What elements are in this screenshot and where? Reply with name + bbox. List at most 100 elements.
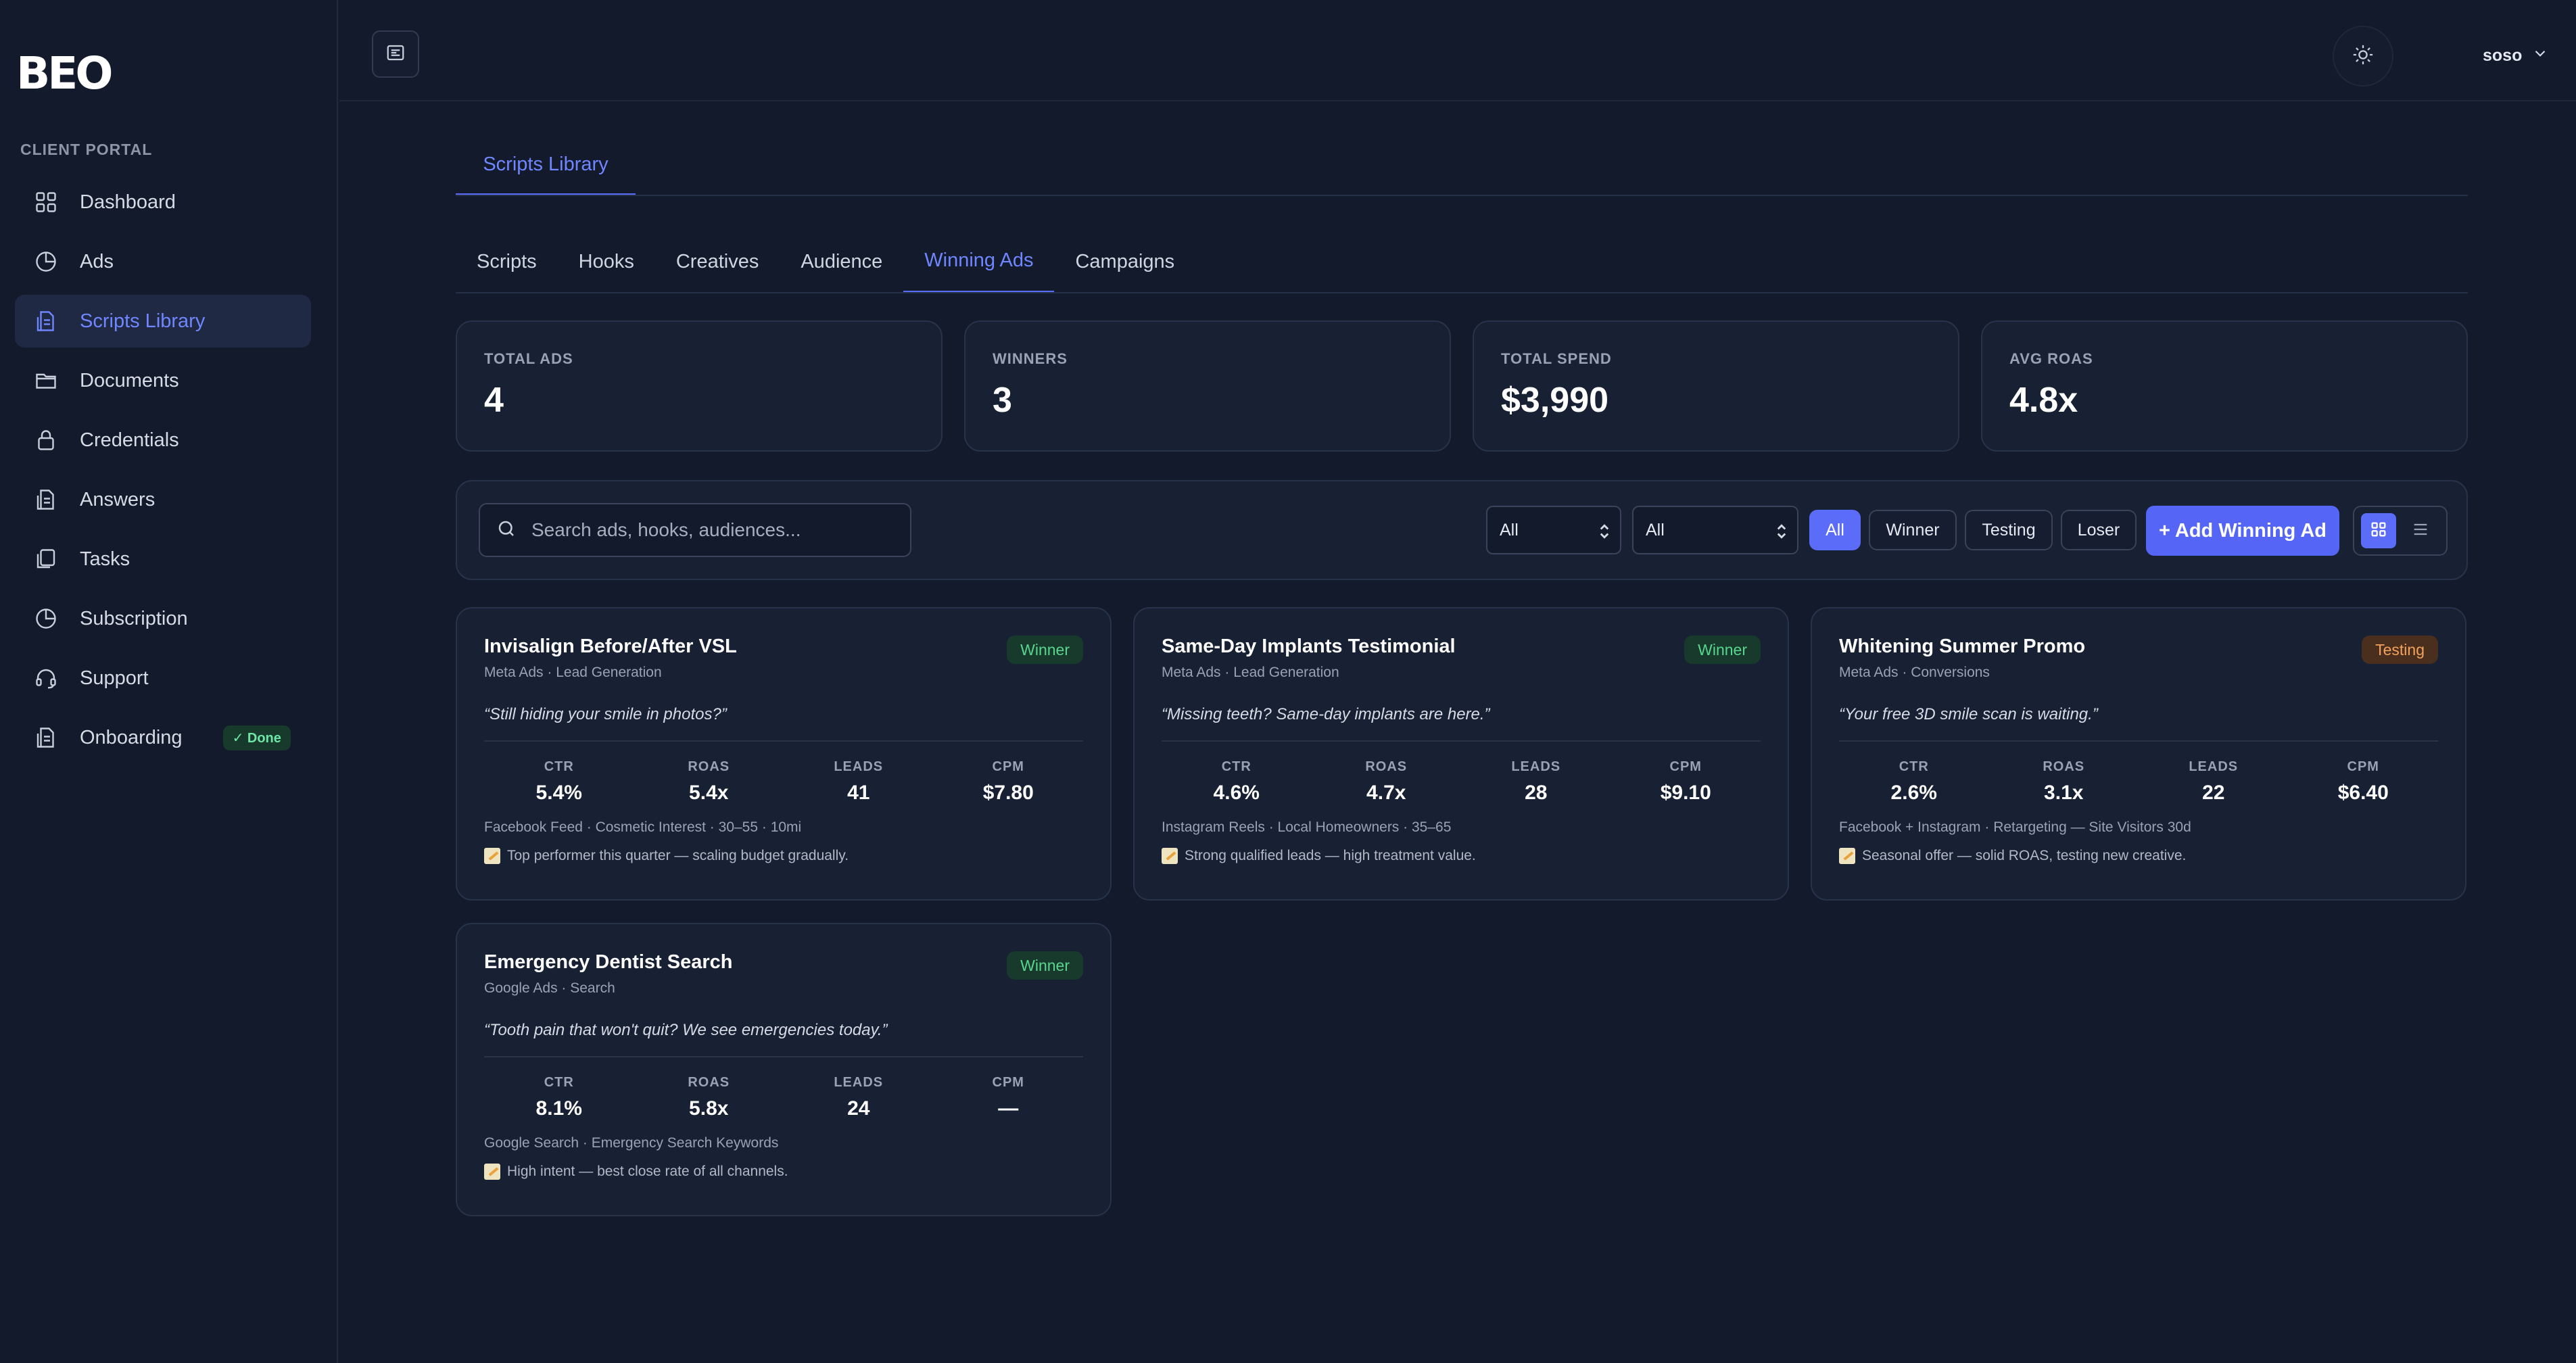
status-badge: Winner <box>1007 951 1083 980</box>
metric-roas: ROAS 5.4x <box>688 759 730 804</box>
list-view-button[interactable] <box>2403 513 2438 548</box>
sidebar-item-scripts-library[interactable]: Scripts Library <box>15 295 311 348</box>
pie-chart-icon <box>32 605 59 632</box>
select-value: All <box>1500 520 1519 540</box>
status-badge: Winner <box>1684 636 1761 664</box>
document-icon <box>32 486 59 513</box>
grid-view-button[interactable] <box>2361 513 2396 548</box>
sidebar-item-credentials[interactable]: Credentials <box>15 414 311 467</box>
sidebar-item-dashboard[interactable]: Dashboard <box>15 176 311 229</box>
ad-title: Invisalign Before/After VSL <box>484 636 737 657</box>
sidebar-item-label: Onboarding <box>80 726 183 748</box>
add-winning-ad-button[interactable]: + Add Winning Ad <box>2146 506 2339 556</box>
ad-title: Same-Day Implants Testimonial <box>1162 636 1456 657</box>
sidebar-item-label: Answers <box>80 488 156 510</box>
ad-card[interactable]: Same-Day Implants Testimonial Meta Ads ·… <box>1133 607 1789 901</box>
sidebar-item-answers[interactable]: Answers <box>15 473 311 526</box>
stat-card-total-spend: TOTAL SPEND $3,990 <box>1473 320 1959 452</box>
sun-icon <box>2352 43 2375 70</box>
ad-title: Whitening Summer Promo <box>1839 636 2086 657</box>
stat-label: AVG ROAS <box>2009 350 2093 367</box>
tab-winning-ads[interactable]: Winning Ads <box>903 230 1055 293</box>
status-badge: Winner <box>1007 636 1083 664</box>
status-filter-all[interactable]: All <box>1809 510 1861 550</box>
page-tab-divider <box>456 195 2468 196</box>
tab-creatives[interactable]: Creatives <box>655 230 780 293</box>
stat-label: TOTAL ADS <box>484 350 573 367</box>
metric-roas: ROAS 5.8x <box>688 1075 730 1120</box>
view-mode-toggle <box>2353 506 2448 556</box>
pie-chart-icon <box>32 248 59 275</box>
document-icon <box>32 308 59 335</box>
metric-ctr: CTR 4.6% <box>1213 759 1260 804</box>
filter-toolbar: All All All Winner Testing Loser + Add W… <box>456 480 2468 580</box>
metric-roas: ROAS 4.7x <box>1365 759 1408 804</box>
sidebar-item-label: Credentials <box>80 429 179 451</box>
user-menu[interactable]: soso <box>2483 42 2549 69</box>
ad-card[interactable]: Emergency Dentist Search Google Ads · Se… <box>456 923 1112 1216</box>
sidebar-item-onboarding[interactable]: Onboarding ✓ Done <box>15 711 311 764</box>
ad-note: Strong qualified leads — high treatment … <box>1162 848 1761 864</box>
metric-leads: LEADS 22 <box>2189 759 2239 804</box>
sidebar-item-documents[interactable]: Documents <box>15 354 311 407</box>
sidebar-toggle-button[interactable] <box>372 30 419 78</box>
sidebar-item-tasks[interactable]: Tasks <box>15 533 311 585</box>
ad-meta: Google Ads · Search <box>484 980 615 996</box>
platform-filter-select[interactable]: All <box>1486 506 1621 554</box>
sidebar-item-ads[interactable]: Ads <box>15 235 311 288</box>
memo-icon <box>484 1164 500 1180</box>
ad-meta: Meta Ads · Lead Generation <box>1162 665 1339 680</box>
ad-targeting: Instagram Reels · Local Homeowners · 35–… <box>1162 819 1452 835</box>
metric-ctr: CTR 2.6% <box>1890 759 1937 804</box>
stat-card-avg-roas: AVG ROAS 4.8x <box>1981 320 2468 452</box>
theme-toggle-button[interactable] <box>2333 26 2393 87</box>
ad-title: Emergency Dentist Search <box>484 951 733 973</box>
stat-value: 4 <box>484 381 504 420</box>
objective-filter-select[interactable]: All <box>1632 506 1798 554</box>
dashboard-grid-icon <box>32 189 59 216</box>
copy-icon <box>32 546 59 573</box>
ad-card[interactable]: Invisalign Before/After VSL Meta Ads · L… <box>456 607 1112 901</box>
grid-icon <box>2369 520 2388 542</box>
metric-cpm: CPM — <box>992 1075 1024 1120</box>
chevron-down-icon <box>2522 45 2549 67</box>
brand-logo[interactable]: BEO <box>16 47 113 99</box>
sidebar-item-label: Scripts Library <box>80 310 206 332</box>
stat-value: $3,990 <box>1501 381 1609 420</box>
ad-targeting: Facebook Feed · Cosmetic Interest · 30–5… <box>484 819 802 835</box>
metric-cpm: CPM $6.40 <box>2337 759 2389 804</box>
status-filter-loser[interactable]: Loser <box>2061 510 2137 550</box>
search-input[interactable] <box>531 519 910 541</box>
status-filter-testing[interactable]: Testing <box>1965 510 2053 550</box>
sidebar-nav: Dashboard Ads Scripts Library Documents … <box>15 176 311 771</box>
search-icon <box>496 519 517 542</box>
sidebar-item-label: Dashboard <box>80 191 176 213</box>
tab-campaigns[interactable]: Campaigns <box>1054 230 1195 293</box>
tab-hooks[interactable]: Hooks <box>558 230 655 293</box>
ad-metrics: CTR 4.6% ROAS 4.7x LEADS 28 CPM $9.10 <box>1162 759 1761 805</box>
search-box <box>479 503 911 557</box>
ad-targeting: Facebook + Instagram · Retargeting — Sit… <box>1839 819 2191 835</box>
ad-metrics: CTR 8.1% ROAS 5.8x LEADS 24 CPM — <box>484 1075 1083 1120</box>
metric-cpm: CPM $7.80 <box>982 759 1034 804</box>
sidebar-item-label: Support <box>80 667 149 689</box>
ad-meta: Meta Ads · Lead Generation <box>484 665 662 680</box>
sidebar-item-support[interactable]: Support <box>15 652 311 704</box>
sidebar-item-subscription[interactable]: Subscription <box>15 592 311 645</box>
stat-card-winners: WINNERS 3 <box>964 320 1451 452</box>
header-divider <box>339 100 2576 101</box>
status-filter-winner[interactable]: Winner <box>1869 510 1957 550</box>
stat-label: TOTAL SPEND <box>1501 350 1612 367</box>
tab-audience[interactable]: Audience <box>780 230 903 293</box>
tab-scripts[interactable]: Scripts <box>456 230 558 293</box>
ad-card[interactable]: Whitening Summer Promo Meta Ads · Conver… <box>1811 607 2466 901</box>
stat-label: WINNERS <box>993 350 1068 367</box>
tab-scripts-library[interactable]: Scripts Library <box>456 135 636 196</box>
headset-icon <box>32 665 59 692</box>
sidebar-item-label: Tasks <box>80 548 130 570</box>
document-icon <box>32 724 59 751</box>
sub-tab-divider <box>456 292 2468 293</box>
metric-leads: LEADS 28 <box>1511 759 1561 804</box>
ad-note: Top performer this quarter — scaling bud… <box>484 848 1083 864</box>
metric-ctr: CTR 8.1% <box>535 1075 582 1120</box>
